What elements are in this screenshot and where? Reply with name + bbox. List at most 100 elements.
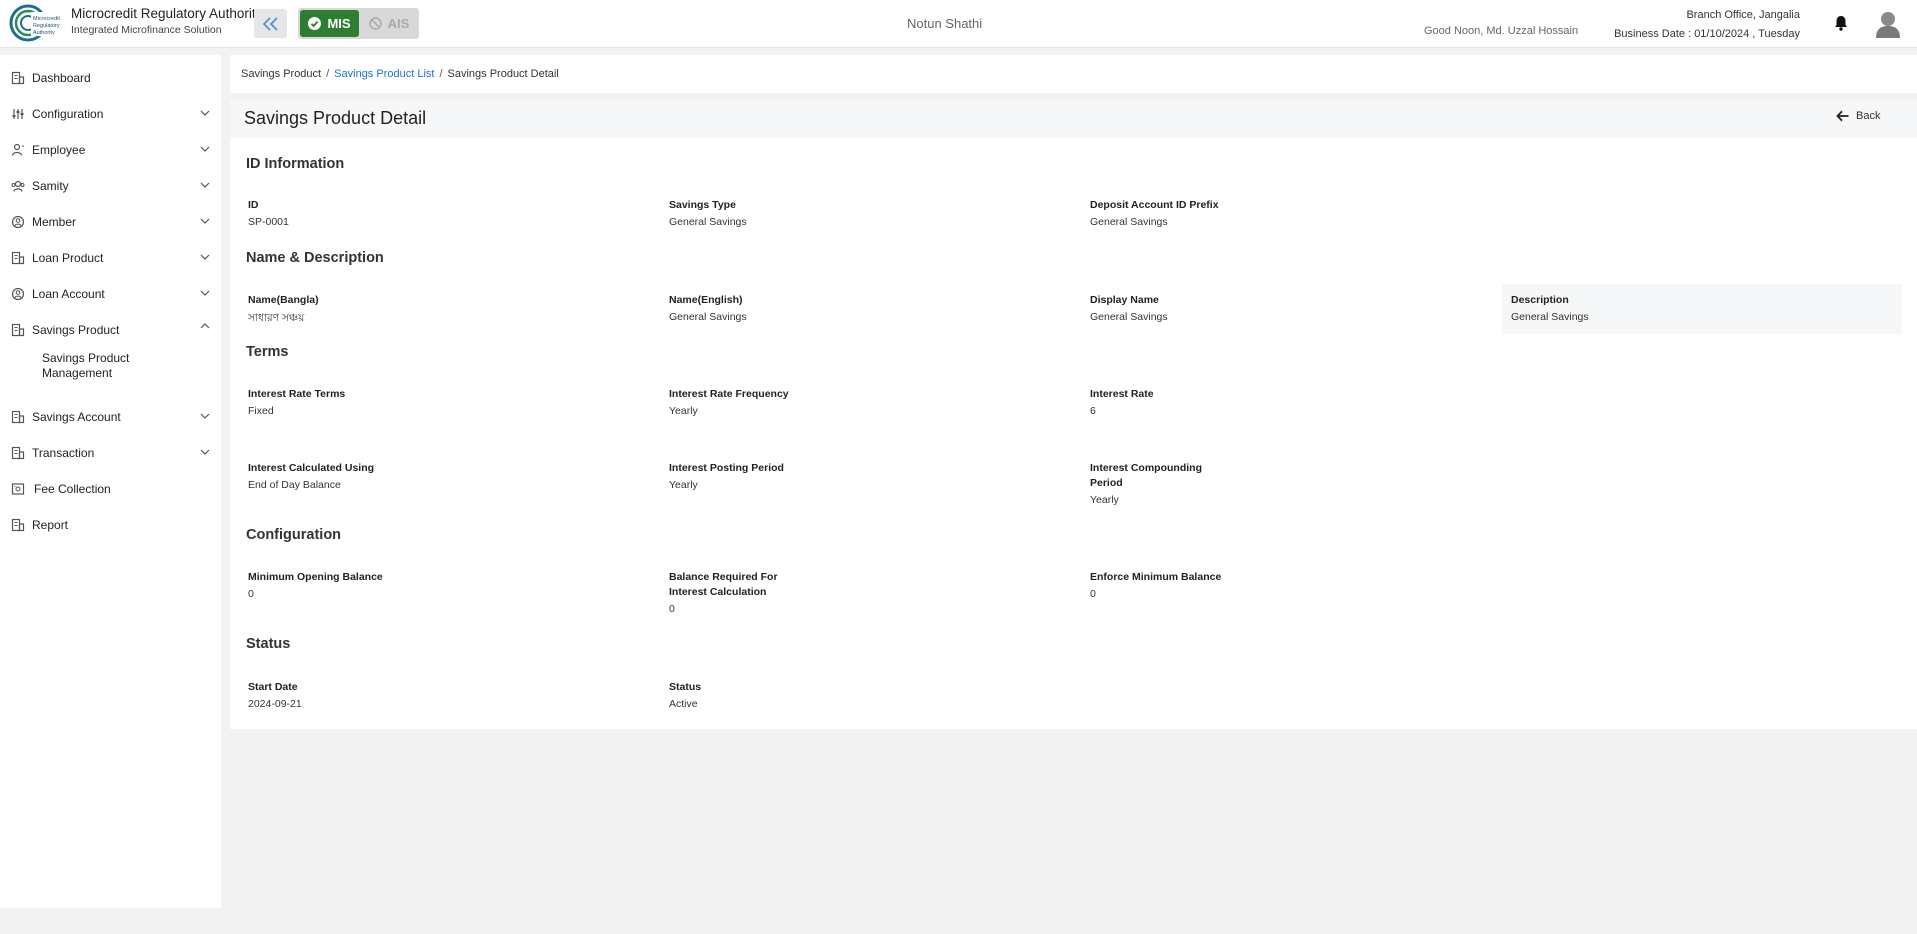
field-label: Enforce Minimum Balance	[1090, 571, 1222, 583]
field-label: Interest Rate Terms	[248, 388, 346, 400]
field-label: Name(Bangla)	[248, 294, 319, 306]
sidebar-item-fee-collection[interactable]: Fee Collection	[0, 476, 221, 502]
field-value: 6	[1090, 405, 1096, 417]
breadcrumb-separator: /	[439, 68, 443, 80]
chevron-down-icon	[200, 254, 210, 260]
page-title: Savings Product Detail	[244, 108, 427, 128]
field-value: 0	[1090, 588, 1096, 600]
field-label: ID	[248, 199, 259, 211]
section-title-configuration: Configuration	[246, 527, 342, 543]
field-interest-posting-period: Interest Posting Period Yearly	[669, 461, 839, 491]
branch-info: Branch Office, Jangalia Business Date : …	[1614, 6, 1800, 44]
field-value: Yearly	[1090, 494, 1119, 506]
disabled-icon	[368, 17, 382, 30]
building-icon	[11, 323, 25, 337]
sidebar-item-label: Report	[32, 518, 69, 532]
field-interest-calculated-using: Interest Calculated Using End of Day Bal…	[248, 461, 418, 491]
svg-text:Authority: Authority	[33, 30, 55, 36]
field-value: Active	[669, 698, 698, 710]
field-label: Name(English)	[669, 294, 743, 306]
sidebar-item-savings-product[interactable]: Savings Product	[0, 317, 221, 343]
module-mis-button[interactable]: MIS	[300, 10, 359, 37]
module-mis-label: MIS	[327, 16, 351, 31]
org-block: Microcredit Regulatory Authority Integra…	[71, 6, 262, 36]
field-label: Deposit Account ID Prefix	[1090, 199, 1219, 211]
building-icon	[11, 518, 25, 532]
sidebar-item-report[interactable]: Report	[0, 512, 221, 538]
module-ais-button[interactable]: AIS	[361, 10, 417, 37]
sidebar-item-dashboard[interactable]: Dashboard	[0, 65, 221, 91]
field-display-name: Display Name General Savings	[1090, 293, 1260, 323]
field-value: General Savings	[669, 216, 747, 228]
breadcrumb-link-list[interactable]: Savings Product List	[334, 68, 434, 80]
building-icon	[11, 251, 25, 265]
field-value: SP-0001	[248, 216, 289, 228]
breadcrumb-bar: Savings Product / Savings Product List / Sav…	[230, 55, 1917, 93]
sidebar-item-transaction[interactable]: Transaction	[0, 440, 221, 466]
module-switcher: MIS AIS	[298, 8, 419, 39]
field-description: Description General Savings	[1502, 284, 1902, 334]
field-label: Status	[669, 681, 702, 693]
notification-bell-icon[interactable]	[1834, 15, 1848, 31]
sidebar-item-loan-product[interactable]: Loan Product	[0, 245, 221, 271]
detail-panel: Savings Product Detail Back ID Informati…	[230, 100, 1917, 729]
field-status: Status Active	[669, 680, 839, 710]
field-label: Savings Type	[669, 199, 736, 211]
field-label: Interest Posting Period	[669, 462, 784, 474]
field-value: 0	[248, 588, 254, 600]
field-interest-rate-frequency: Interest Rate Frequency Yearly	[669, 387, 839, 417]
field-value: Yearly	[669, 405, 698, 417]
sliders-icon	[12, 109, 24, 119]
business-date: Business Date : 01/10/2024 , Tuesday	[1614, 28, 1800, 40]
field-balance-required-for-interest: Balance Required For Interest Calculatio…	[669, 570, 794, 615]
field-label: Start Date	[248, 681, 298, 693]
sidebar-item-label: Employee	[32, 143, 86, 157]
chevron-down-icon	[200, 290, 210, 296]
field-interest-rate: Interest Rate 6	[1090, 387, 1260, 417]
sidebar-item-label: Transaction	[32, 446, 95, 460]
sidebar-item-samity[interactable]: Samity	[0, 173, 221, 199]
org-subtitle: Integrated Microfinance Solution	[71, 24, 222, 36]
field-enforce-minimum-balance: Enforce Minimum Balance 0	[1090, 570, 1260, 600]
field-value: General Savings	[1090, 311, 1168, 323]
field-savings-type: Savings Type General Savings	[669, 198, 839, 228]
arrow-left-icon	[1836, 110, 1849, 122]
sidebar: Dashboard Configuration Employee Samity …	[0, 55, 221, 908]
field-value: General Savings	[1511, 311, 1589, 323]
organization-title: Notun Shathi	[907, 16, 983, 31]
back-button[interactable]: Back	[1836, 110, 1880, 122]
field-label: Display Name	[1090, 294, 1159, 306]
field-value: 0	[669, 603, 675, 615]
double-chevron-left-icon	[262, 16, 278, 31]
member-icon	[11, 287, 25, 301]
sidebar-item-savings-account[interactable]: Savings Account	[0, 404, 221, 430]
user-avatar-icon[interactable]	[1875, 10, 1901, 38]
field-deposit-account-id-prefix: Deposit Account ID Prefix General Saving…	[1090, 198, 1260, 228]
sidebar-item-member[interactable]: Member	[0, 209, 221, 235]
svg-text:Regulatory: Regulatory	[33, 23, 60, 29]
sidebar-item-loan-account[interactable]: Loan Account	[0, 281, 221, 307]
field-value: সাধারণ সঞ্চয়	[248, 312, 305, 324]
field-name-english: Name(English) General Savings	[669, 293, 839, 323]
chevron-down-icon	[200, 182, 210, 188]
collapse-sidebar-button[interactable]	[254, 9, 287, 38]
sidebar-item-label: Fee Collection	[34, 482, 111, 496]
chevron-down-icon	[200, 110, 210, 116]
sidebar-item-configuration[interactable]: Configuration	[0, 101, 221, 127]
field-id: ID SP-0001	[248, 198, 418, 228]
field-name-bangla: Name(Bangla) সাধারণ সঞ্চয়	[248, 293, 418, 328]
field-value: 2024-09-21	[248, 698, 302, 710]
field-label: Minimum Opening Balance	[248, 571, 383, 583]
section-title-status: Status	[246, 636, 291, 652]
user-greeting: Good Noon, Md. Uzzal Hossain	[1424, 25, 1579, 37]
sidebar-subitem-savings-product-management[interactable]: Savings Product Management	[42, 351, 192, 381]
top-header: Microcredit Regulatory Authority Microcr…	[0, 0, 1917, 48]
sidebar-item-label: Loan Account	[32, 287, 105, 301]
field-label: Interest Calculated Using	[248, 462, 375, 474]
sidebar-item-employee[interactable]: Employee	[0, 137, 221, 163]
sidebar-item-label: Savings Product	[32, 323, 120, 337]
field-value: General Savings	[669, 311, 747, 323]
group-icon	[11, 180, 25, 192]
field-value: General Savings	[1090, 216, 1168, 228]
field-interest-rate-terms: Interest Rate Terms Fixed	[248, 387, 418, 417]
